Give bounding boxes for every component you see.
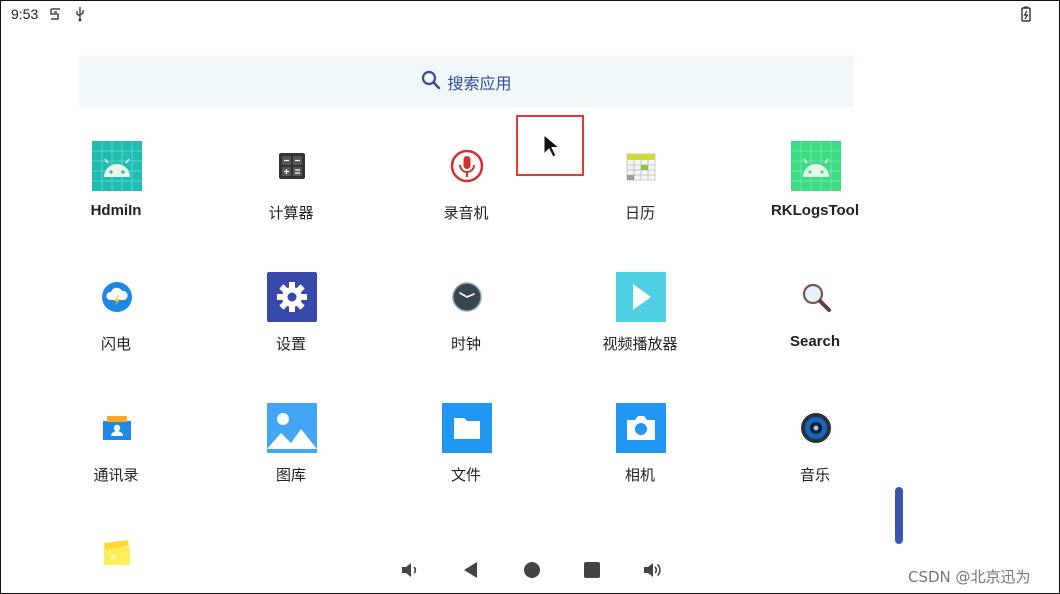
volume-down-button[interactable]	[396, 556, 424, 584]
folder-icon	[441, 402, 493, 454]
recents-icon	[584, 562, 600, 578]
app-calendar[interactable]: 日历	[565, 140, 715, 250]
app-label: 文件	[450, 466, 481, 484]
app-settings[interactable]: 设置	[216, 271, 366, 381]
app-label: 音乐	[799, 466, 830, 484]
app-video-player[interactable]: 视频播放器	[565, 271, 715, 381]
app-label: 设置	[275, 335, 306, 353]
home-button[interactable]	[518, 556, 546, 584]
magnifier-icon	[790, 271, 842, 323]
app-camera[interactable]: 相机	[565, 402, 715, 512]
back-icon	[464, 562, 477, 578]
calculator-icon	[266, 140, 318, 192]
search-label: 搜索应用	[447, 73, 512, 93]
app-music[interactable]: 音乐	[740, 402, 890, 512]
scroll-indicator[interactable]	[895, 487, 903, 544]
app-label: HdmiIn	[90, 202, 142, 219]
volume-down-icon	[402, 563, 417, 577]
watermark: CSDN @北京迅为	[908, 568, 1031, 586]
volume-up-icon	[644, 563, 661, 577]
app-partial[interactable]	[41, 533, 191, 573]
contacts-icon	[91, 402, 143, 454]
app-label: 计算器	[268, 204, 314, 222]
app-clock[interactable]: 时钟	[391, 271, 541, 381]
app-label: 日历	[624, 204, 655, 222]
app-label: Search	[789, 333, 841, 350]
home-icon	[524, 562, 540, 578]
status-bar: 9:53	[0, 0, 1060, 30]
search-bar[interactable]: 搜索应用	[79, 56, 854, 107]
app-label: 视频播放器	[602, 335, 678, 353]
app-search[interactable]: Search	[740, 271, 890, 381]
app-label: 录音机	[443, 204, 489, 222]
app-files[interactable]: 文件	[391, 402, 541, 512]
microphone-icon	[441, 140, 493, 192]
clock-icon	[441, 271, 493, 323]
back-button[interactable]	[457, 556, 485, 584]
app-lightning[interactable]: 闪电	[41, 271, 191, 381]
android-app-icon	[790, 140, 842, 192]
lightning-cloud-icon	[91, 271, 143, 323]
status-time: 9:53	[11, 6, 39, 22]
notification-icon	[48, 6, 64, 22]
app-rklogstool[interactable]: RKLogsTool	[740, 140, 890, 250]
app-contacts[interactable]: 通讯录	[41, 402, 191, 512]
recents-button[interactable]	[578, 556, 606, 584]
app-hdmiin[interactable]: HdmiIn	[41, 140, 191, 250]
gear-icon	[266, 271, 318, 323]
app-label: RKLogsTool	[770, 202, 860, 219]
clapper-icon	[91, 533, 143, 573]
calendar-icon	[615, 140, 667, 192]
app-label: 相机	[624, 466, 655, 484]
gallery-icon	[266, 402, 318, 454]
play-icon	[615, 271, 667, 323]
android-app-icon	[91, 140, 143, 192]
app-gallery[interactable]: 图库	[216, 402, 366, 512]
app-label: 闪电	[100, 335, 131, 353]
app-calculator[interactable]: 计算器	[216, 140, 366, 250]
app-label: 图库	[275, 466, 306, 484]
app-label: 通讯录	[93, 466, 139, 484]
battery-charging-icon	[1018, 6, 1034, 22]
volume-up-button[interactable]	[639, 556, 667, 584]
speaker-icon	[790, 402, 842, 454]
camera-icon	[615, 402, 667, 454]
mouse-cursor-icon	[543, 133, 561, 162]
usb-icon	[72, 6, 88, 22]
app-label: 时钟	[450, 335, 481, 353]
search-icon	[421, 70, 441, 94]
